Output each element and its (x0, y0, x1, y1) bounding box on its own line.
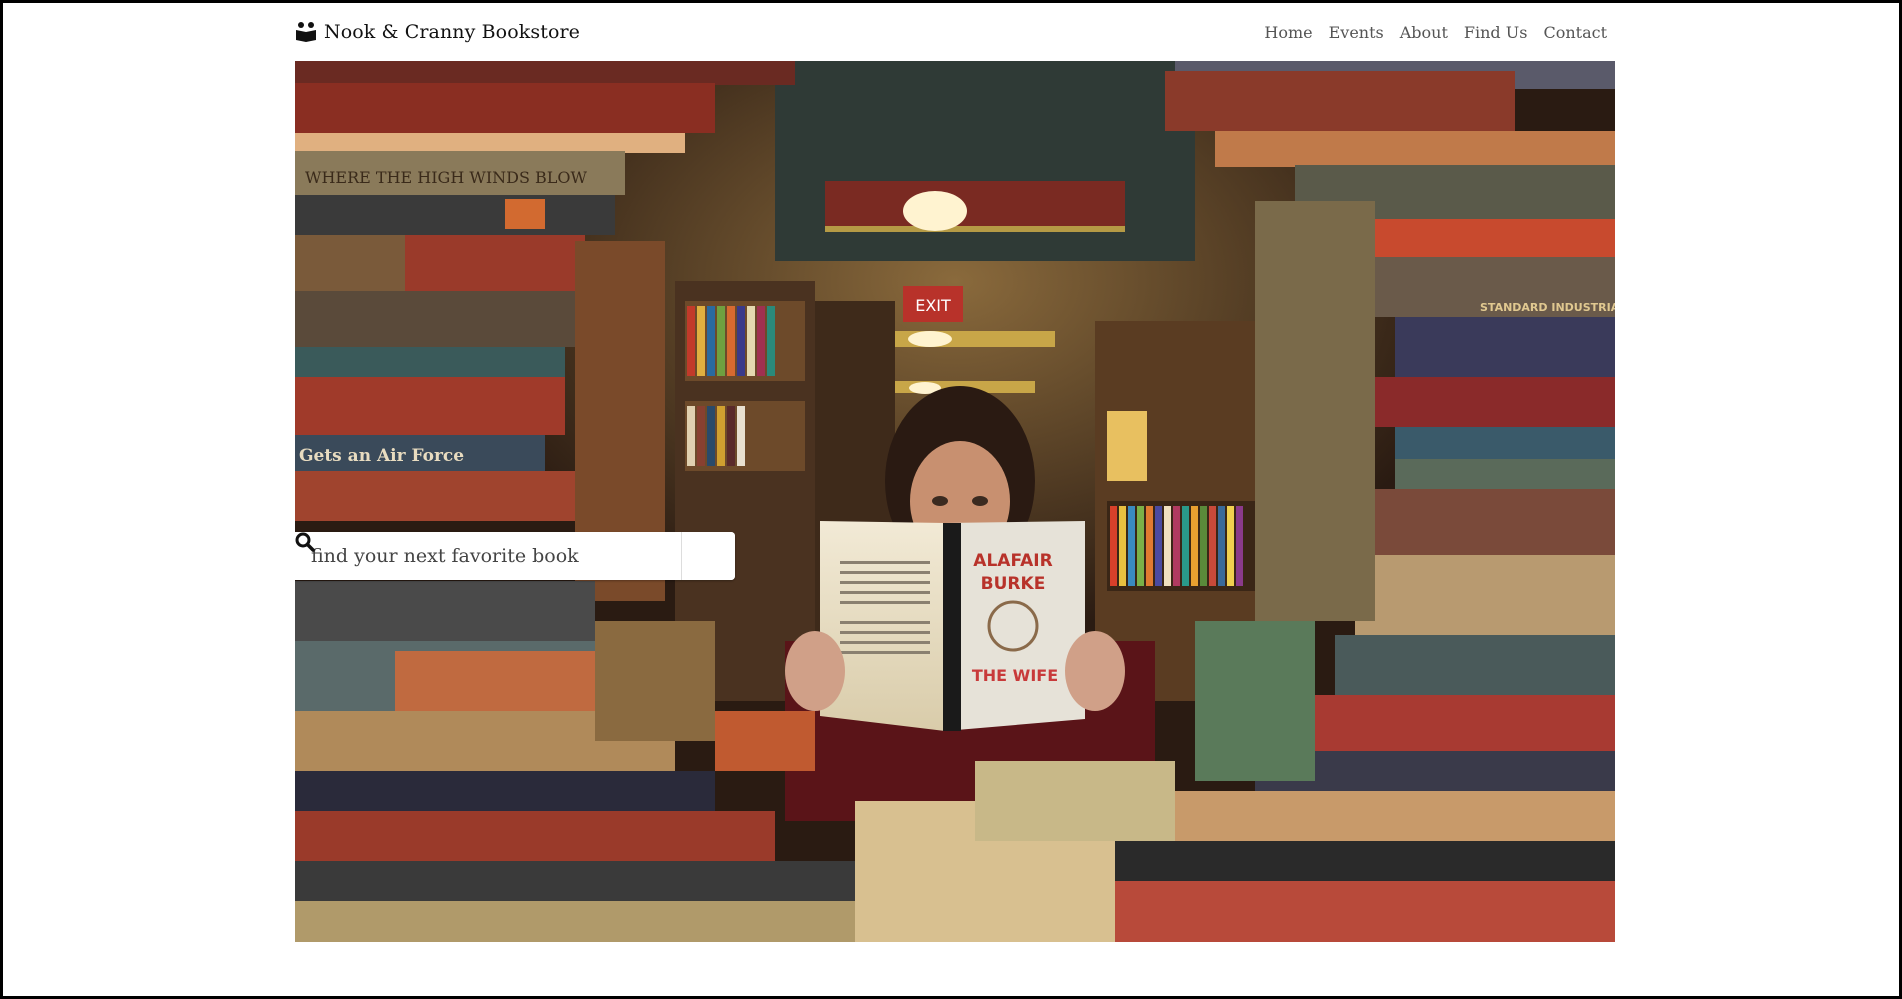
bookstore-photo: EXIT ALAFAIR BURKE THE WIFE WHERE THE HI… (295, 61, 1615, 942)
book-title: THE WIFE (972, 666, 1058, 685)
reader-icon (295, 21, 317, 43)
brand-link[interactable]: Nook & Cranny Bookstore (295, 21, 580, 43)
nav-home[interactable]: Home (1264, 23, 1312, 42)
nav-about[interactable]: About (1400, 23, 1448, 42)
hero-image: EXIT ALAFAIR BURKE THE WIFE WHERE THE HI… (295, 61, 1615, 942)
navbar: Nook & Cranny Bookstore Home Events Abou… (295, 3, 1615, 61)
brand-name: Nook & Cranny Bookstore (324, 21, 581, 43)
book-author-line2: BURKE (981, 574, 1046, 594)
nav-events[interactable]: Events (1329, 23, 1384, 42)
book-author-line1: ALAFAIR (973, 551, 1052, 571)
spine-text-3: STANDARD INDUSTRIAL CLASS (1480, 301, 1615, 314)
nav-links: Home Events About Find Us Contact (1264, 23, 1607, 42)
nav-contact[interactable]: Contact (1543, 23, 1607, 42)
page-container: Nook & Cranny Bookstore Home Events Abou… (295, 3, 1615, 942)
search-bar (295, 532, 735, 580)
nav-find-us[interactable]: Find Us (1464, 23, 1528, 42)
page-frame: Nook & Cranny Bookstore Home Events Abou… (0, 0, 1902, 999)
search-button[interactable] (295, 532, 735, 580)
exit-sign: EXIT (915, 296, 951, 315)
spine-text-1: WHERE THE HIGH WINDS BLOW (305, 168, 588, 187)
spine-text-2: Gets an Air Force (299, 446, 464, 466)
search-input[interactable] (295, 532, 681, 580)
